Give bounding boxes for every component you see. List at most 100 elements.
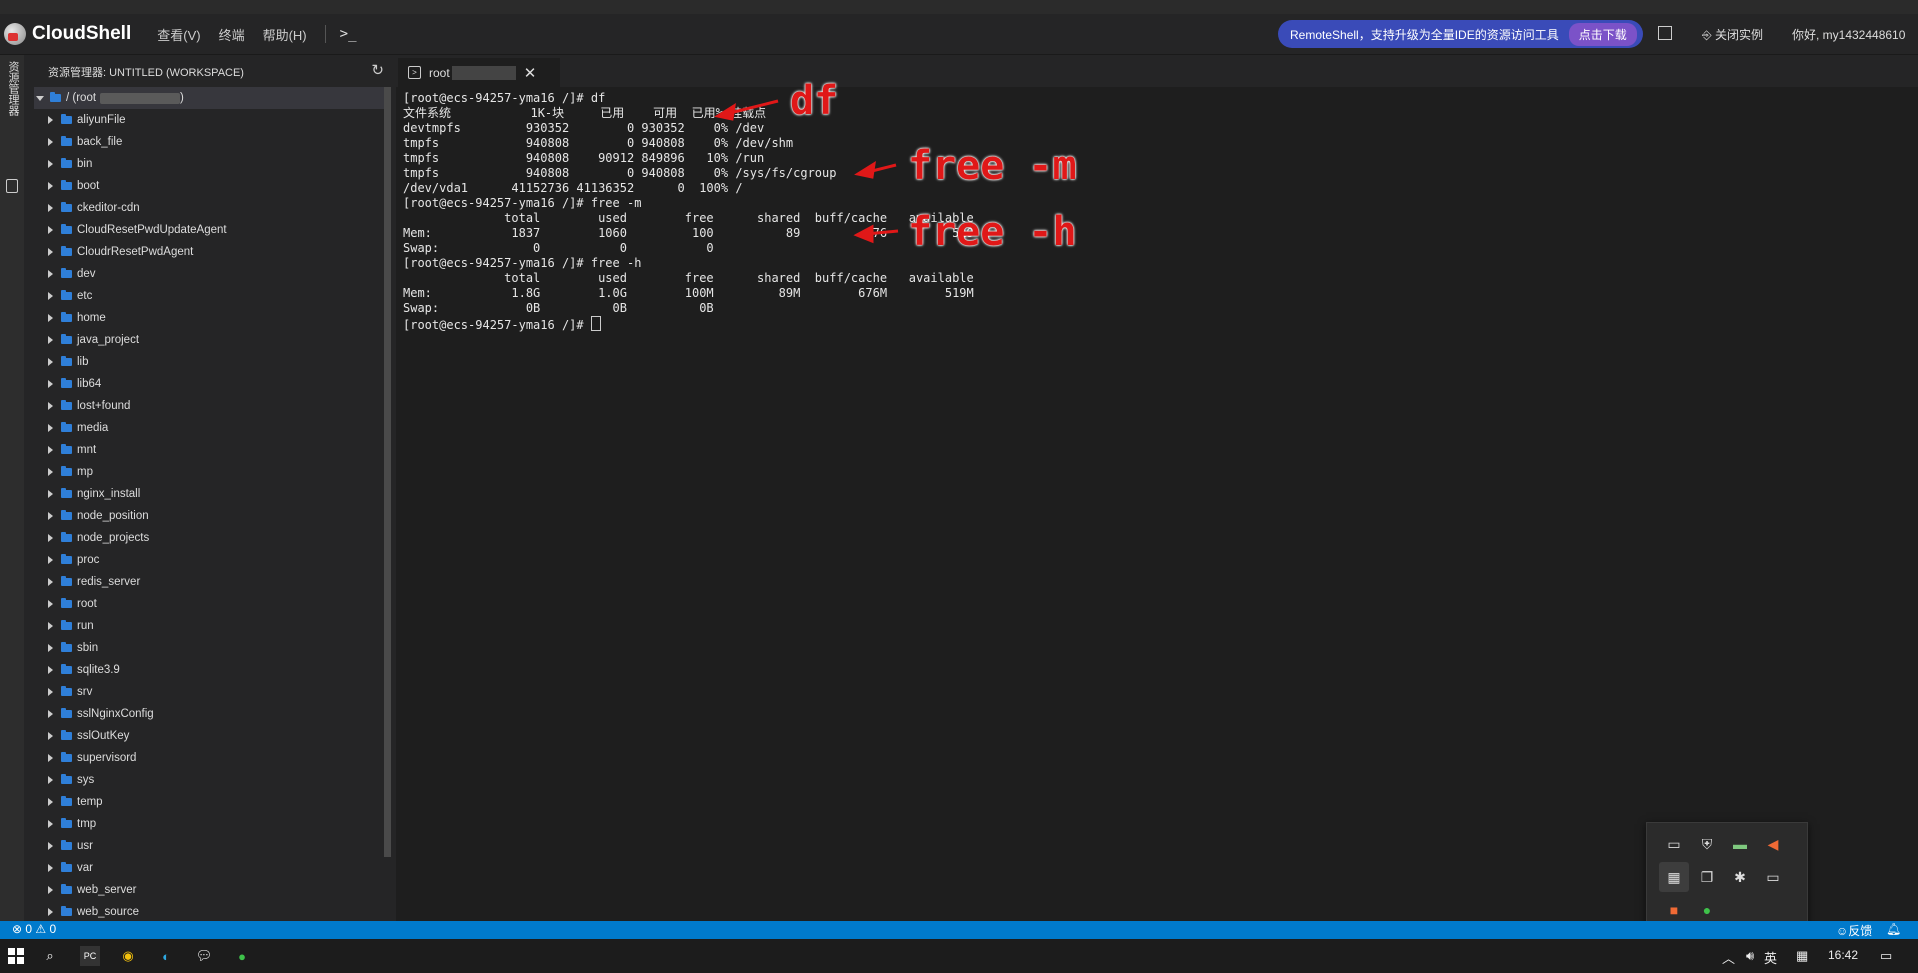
tree-item[interactable]: usr [34,835,384,857]
terminal-line: Mem: 1.8G 1.0G 100M 89M 676M 519M [403,286,974,300]
menu-help[interactable]: 帮助(H) [263,25,307,44]
tree-item-label: sqlite3.9 [77,664,120,676]
search-icon[interactable]: ⌕ [40,946,60,966]
tree-item[interactable]: bin [34,153,384,175]
tree-item[interactable]: CloudrResetPwdAgent [34,241,384,263]
tree-item[interactable]: mp [34,461,384,483]
notification-icon[interactable]: ▭ [1880,948,1892,964]
chevron-right-icon [48,798,53,806]
copy-icon[interactable]: ❐ [1692,862,1722,892]
chevron-right-icon [48,600,53,608]
tree-item[interactable]: java_project [34,329,384,351]
chevron-right-icon [48,622,53,630]
tree-item[interactable]: lib64 [34,373,384,395]
problems-indicator[interactable]: ⊗ 0 ⚠ 0 [12,922,56,936]
volume-icon[interactable]: 🔊︎ [1746,948,1754,964]
battery-icon[interactable]: ▭ [1758,862,1788,892]
tree-item[interactable]: tmp [34,813,384,835]
terminal-prompt: [root@ecs-94257-yma16 /]# [403,318,591,332]
chrome-icon[interactable]: ◉ [118,946,138,966]
wechat-icon[interactable]: ● [232,946,252,966]
terminal-tab[interactable]: > root ✕ [398,58,560,87]
tree-item[interactable]: temp [34,791,384,813]
bluetooth-icon[interactable]: ✱ [1725,862,1755,892]
tree-item[interactable]: mnt [34,439,384,461]
close-instance-button[interactable]: ⎆ 关闭实例 [1702,26,1763,43]
explorer-scrollbar[interactable] [384,87,391,857]
chat-icon[interactable]: 💬︎ [194,946,214,966]
chevron-right-icon [48,886,53,894]
tree-item[interactable]: sys [34,769,384,791]
speaker-icon[interactable]: ◀ [1758,829,1788,859]
grid-icon[interactable]: ▦ [1659,862,1689,892]
clock[interactable]: 16:42 [1828,948,1858,962]
tree-item[interactable]: run [34,615,384,637]
tree-item[interactable]: home [34,307,384,329]
tree-item[interactable]: dev [34,263,384,285]
tree-item[interactable]: redis_server [34,571,384,593]
tree-item[interactable]: web_server [34,879,384,901]
tree-item[interactable]: web_source [34,901,384,923]
folder-icon [61,796,72,806]
folder-icon [61,554,72,564]
fullscreen-icon[interactable] [1658,26,1672,40]
tree-item[interactable]: ckeditor-cdn [34,197,384,219]
monitor-icon[interactable]: ▭ [1659,829,1689,859]
tree-item[interactable]: aliyunFile [34,109,384,131]
close-icon[interactable]: ✕ [524,64,537,82]
chevron-right-icon [48,710,53,718]
folder-icon [61,730,72,740]
user-greeting[interactable]: 你好, my1432448610 [1792,26,1905,43]
tree-item[interactable]: node_position [34,505,384,527]
chevron-right-icon [48,864,53,872]
tree-item[interactable]: back_file [34,131,384,153]
tree-item[interactable]: root [34,593,384,615]
refresh-icon[interactable]: ↻ [371,61,384,79]
menu-terminal[interactable]: 终端 [219,25,245,44]
tree-item[interactable]: lib [34,351,384,373]
explorer-activity-label[interactable]: 资源管理器 [5,61,21,116]
tree-item-label: dev [77,268,96,280]
tree-item[interactable]: nginx_install [34,483,384,505]
tree-item[interactable]: lost+found [34,395,384,417]
menu-view[interactable]: 查看(V) [157,25,200,44]
tree-item[interactable]: sqlite3.9 [34,659,384,681]
tree-item[interactable]: proc [34,549,384,571]
tree-item[interactable]: var [34,857,384,879]
folder-icon [61,422,72,432]
tree-item[interactable]: media [34,417,384,439]
tray-chevron-up-icon[interactable]: ︿ [1722,948,1735,967]
annotation-df: df [790,78,839,124]
folder-icon [61,510,72,520]
folder-icon [61,906,72,916]
shield-icon[interactable]: ⛨ [1692,829,1722,859]
windows-start-icon[interactable] [8,948,24,964]
tree-item[interactable]: srv [34,681,384,703]
input-method-indicator[interactable]: 英 [1764,948,1777,967]
terminal-panel[interactable]: [root@ecs-94257-yma16 /]# df 文件系统 1K-块 已… [396,78,1918,921]
annotation-free-h: free -h [908,209,1077,255]
tree-item[interactable]: etc [34,285,384,307]
edge-icon[interactable]: ◐ [156,946,176,966]
tree-root[interactable]: / (root ) [34,87,384,109]
tree-item[interactable]: sslNginxConfig [34,703,384,725]
network-icon[interactable]: ▬ [1725,829,1755,859]
download-button[interactable]: 点击下载 [1568,22,1637,46]
activity-bar: 资源管理器 [0,55,24,921]
remoteshell-promo[interactable]: RemoteShell，支持升级为全量IDE的资源访问工具 点击下载 [1278,20,1643,48]
folder-icon [61,466,72,476]
feedback-button[interactable]: ☺反馈 [1836,922,1872,939]
pycharm-icon[interactable]: PC [80,946,100,966]
tree-item[interactable]: boot [34,175,384,197]
bell-icon[interactable]: 🔔︎ [1886,922,1901,936]
tree-item[interactable]: supervisord [34,747,384,769]
keyboard-icon[interactable]: ▦ [1796,948,1808,964]
tree-item[interactable]: sbin [34,637,384,659]
tree-item-label: mnt [77,444,97,456]
tree-item-label: var [77,862,93,874]
tree-item[interactable]: sslOutKey [34,725,384,747]
tree-item[interactable]: CloudResetPwdUpdateAgent [34,219,384,241]
tree-item[interactable]: node_projects [34,527,384,549]
terminal-prompt-icon[interactable]: >_ [340,26,357,42]
copy-icon[interactable] [6,179,18,193]
